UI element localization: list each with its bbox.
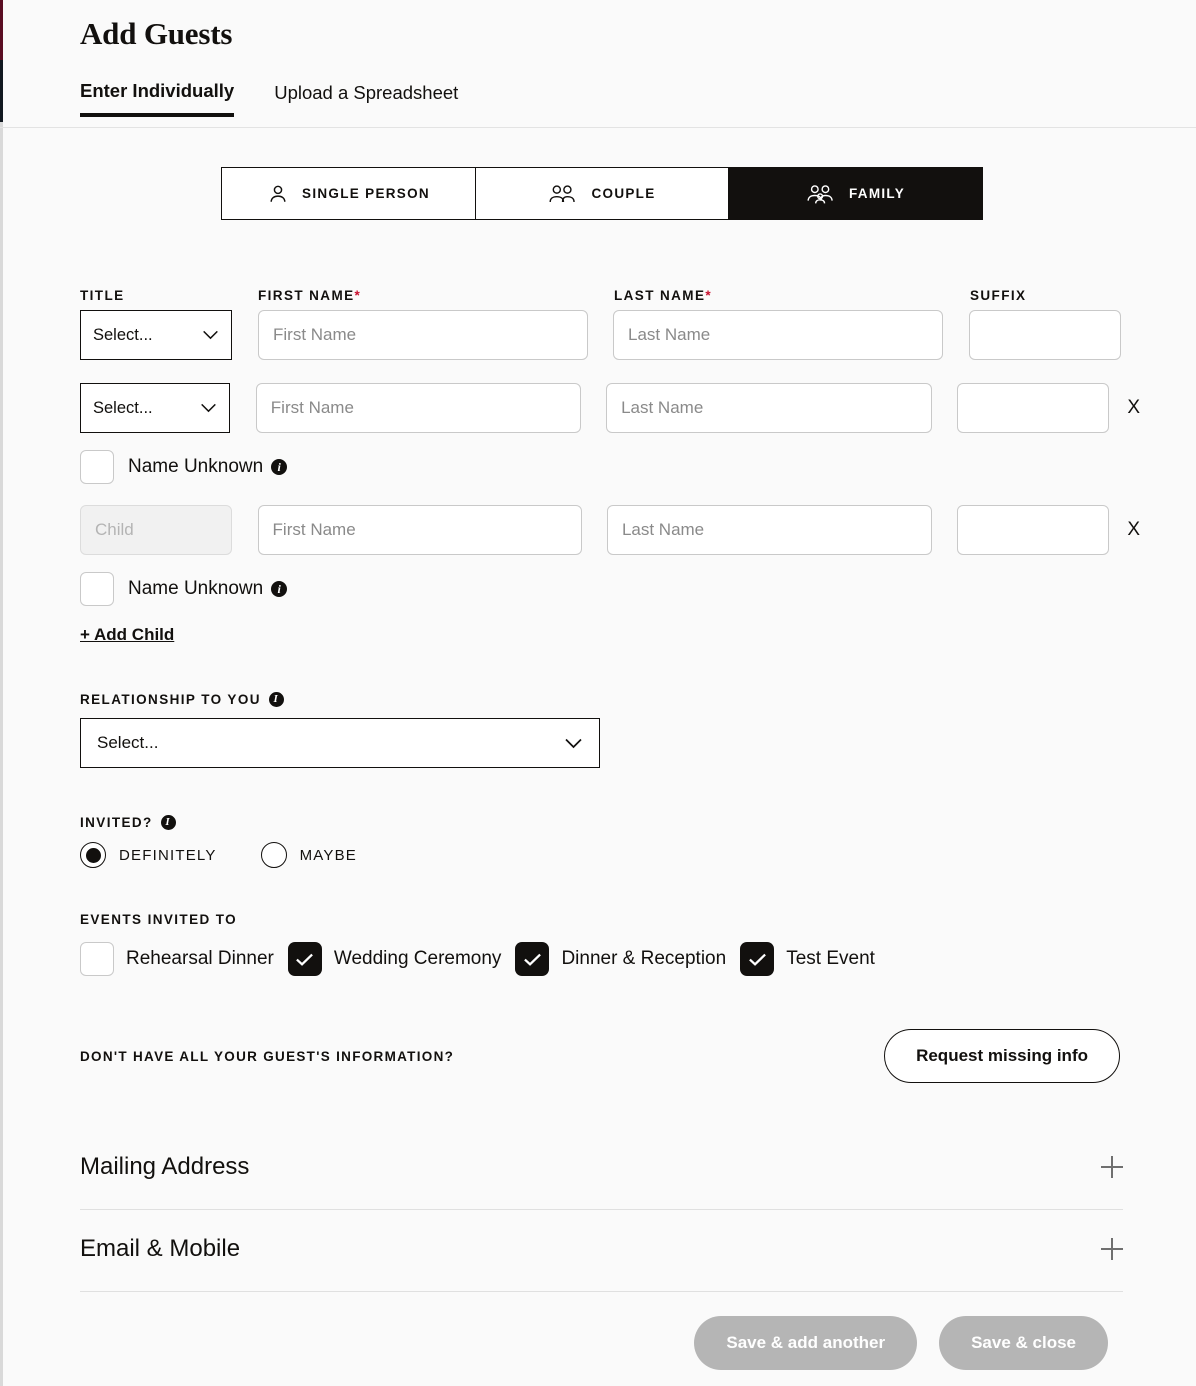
relationship-section: RELATIONSHIP TO YOU i Select... (80, 692, 1140, 768)
accordion-mailing-address-title: Mailing Address (80, 1153, 250, 1180)
relationship-select[interactable]: Select... (80, 718, 600, 768)
label-suffix: SUFFIX (970, 288, 1027, 303)
last-name-input-row-2[interactable] (606, 383, 932, 433)
family-icon (806, 183, 836, 205)
name-row-3-child: X (80, 505, 1140, 555)
event-checkbox-rehearsal-dinner[interactable] (80, 942, 114, 976)
guest-type-family-label: FAMILY (848, 186, 906, 201)
guest-type-single-person[interactable]: SINGLE PERSON (222, 168, 476, 219)
guest-form: TITLE FIRST NAME* LAST NAME* SUFFIX Sele… (80, 288, 1140, 1292)
label-relationship: RELATIONSHIP TO YOU i (80, 692, 1140, 707)
info-icon[interactable]: i (271, 581, 288, 597)
event-item-test-event: Test Event (740, 942, 875, 976)
event-checkbox-test-event[interactable] (740, 942, 775, 976)
guest-type-couple[interactable]: COUPLE (476, 168, 729, 219)
plus-icon[interactable] (1101, 1156, 1123, 1178)
label-invited: INVITED? i (80, 815, 1140, 830)
remove-row-3-button[interactable]: X (1127, 519, 1140, 541)
event-checkbox-wedding-ceremony[interactable] (287, 942, 322, 976)
name-unknown-checkbox-row-3[interactable] (80, 572, 114, 606)
invited-radio-definitely[interactable] (80, 842, 106, 868)
form-footer: Save & add another Save & close (0, 1300, 1196, 1386)
first-name-input-row-2[interactable] (255, 383, 582, 433)
title-select-row-2[interactable]: Select... (80, 383, 231, 433)
event-label-dinner-reception: Dinner & Reception (561, 948, 727, 969)
label-events-invited-to: EVENTS INVITED TO (80, 912, 238, 927)
check-icon (296, 953, 314, 966)
name-unknown-checkbox-row-2[interactable] (80, 450, 114, 484)
chevron-down-icon (203, 330, 218, 340)
child-type-field-row-3 (80, 505, 232, 555)
invited-radio-maybe[interactable] (260, 842, 287, 868)
tab-upload-spreadsheet[interactable]: Upload a Spreadsheet (274, 80, 458, 117)
invited-radio-group: DEFINITELY MAYBE (80, 842, 1140, 868)
invited-section: INVITED? i DEFINITELY MAYBE (80, 815, 1140, 868)
plus-icon[interactable] (1101, 1238, 1123, 1260)
suffix-input-row-1[interactable] (969, 310, 1121, 360)
add-child-button[interactable]: + Add Child (80, 625, 174, 645)
accordion-email-mobile-title: Email & Mobile (80, 1235, 241, 1262)
first-name-required-mark: * (354, 288, 362, 303)
event-item-rehearsal-dinner: Rehearsal Dinner (80, 942, 274, 976)
title-select-row-1-value: Select... (93, 325, 153, 344)
add-guests-page: Add Guests Enter Individually Upload a S… (0, 0, 1196, 1386)
single-person-icon (267, 183, 289, 205)
request-missing-info-button[interactable]: Request missing info (884, 1029, 1120, 1083)
title-select-row-1[interactable]: Select... (80, 310, 232, 360)
name-unknown-row-2: Name Unknown i (80, 450, 1140, 484)
last-name-required-mark: * (705, 288, 713, 303)
chevron-down-icon (565, 738, 582, 748)
events-section: EVENTS INVITED TO Rehearsal Dinner Weddi… (80, 912, 1140, 976)
suffix-input-row-2[interactable] (957, 383, 1110, 433)
first-name-input-row-1[interactable] (258, 310, 588, 360)
event-label-test-event: Test Event (786, 948, 875, 969)
info-icon[interactable]: i (268, 692, 284, 707)
request-missing-info-section: DON'T HAVE ALL YOUR GUEST'S INFORMATION?… (80, 1029, 1120, 1083)
invited-radio-definitely-label: DEFINITELY (119, 846, 217, 864)
info-icon[interactable]: i (271, 459, 288, 475)
name-unknown-label-row-3: Name Unknown (128, 578, 264, 599)
check-icon (748, 953, 766, 966)
accordion-email-mobile[interactable]: Email & Mobile (80, 1210, 1123, 1292)
event-label-wedding-ceremony: Wedding Ceremony (333, 948, 502, 969)
name-column-labels: TITLE FIRST NAME* LAST NAME* SUFFIX (80, 288, 1140, 303)
relationship-select-value: Select... (97, 733, 159, 752)
event-item-dinner-reception: Dinner & Reception (515, 942, 726, 976)
tab-bar: Enter Individually Upload a Spreadsheet (80, 80, 458, 117)
tab-enter-individually[interactable]: Enter Individually (80, 80, 235, 117)
suffix-input-row-3[interactable] (957, 505, 1110, 555)
chevron-down-icon (201, 403, 217, 413)
info-icon[interactable]: i (160, 815, 176, 830)
guest-type-single-person-label: SINGLE PERSON (302, 186, 430, 201)
name-unknown-label-row-2: Name Unknown (128, 456, 264, 477)
header-divider (0, 127, 1196, 128)
label-last-name: LAST NAME* (614, 288, 713, 303)
guest-type-segmented-control: SINGLE PERSON COUPLE FAMILY (221, 167, 983, 220)
invited-radio-maybe-label: MAYBE (299, 846, 357, 864)
name-unknown-row-3: Name Unknown i (80, 572, 1140, 606)
event-checkbox-dinner-reception[interactable] (515, 942, 550, 976)
check-icon (524, 953, 541, 966)
request-missing-info-label: DON'T HAVE ALL YOUR GUEST'S INFORMATION? (80, 1048, 455, 1064)
first-name-input-row-3[interactable] (257, 505, 583, 555)
last-name-input-row-3[interactable] (606, 505, 932, 555)
accordion-list: Mailing Address Email & Mobile (80, 1128, 1123, 1292)
event-label-rehearsal-dinner: Rehearsal Dinner (126, 948, 274, 969)
label-first-name: FIRST NAME* (258, 288, 362, 303)
accordion-mailing-address[interactable]: Mailing Address (80, 1128, 1123, 1210)
remove-row-2-button[interactable]: X (1127, 397, 1140, 419)
guest-type-family[interactable]: FAMILY (729, 168, 982, 219)
event-item-wedding-ceremony: Wedding Ceremony (287, 942, 502, 976)
name-row-1: Select... (80, 310, 1140, 360)
save-and-close-button[interactable]: Save & close (939, 1316, 1108, 1370)
events-checkbox-group: Rehearsal Dinner Wedding Ceremony Dinner… (80, 942, 1140, 976)
page-title: Add Guests (80, 16, 233, 51)
guest-type-couple-label: COUPLE (591, 186, 656, 201)
title-select-row-2-value: Select... (93, 398, 153, 417)
couple-icon (548, 183, 578, 205)
save-and-add-another-button[interactable]: Save & add another (694, 1316, 918, 1370)
name-row-2: Select... X (80, 383, 1140, 433)
label-title: TITLE (80, 288, 125, 303)
last-name-input-row-1[interactable] (613, 310, 943, 360)
